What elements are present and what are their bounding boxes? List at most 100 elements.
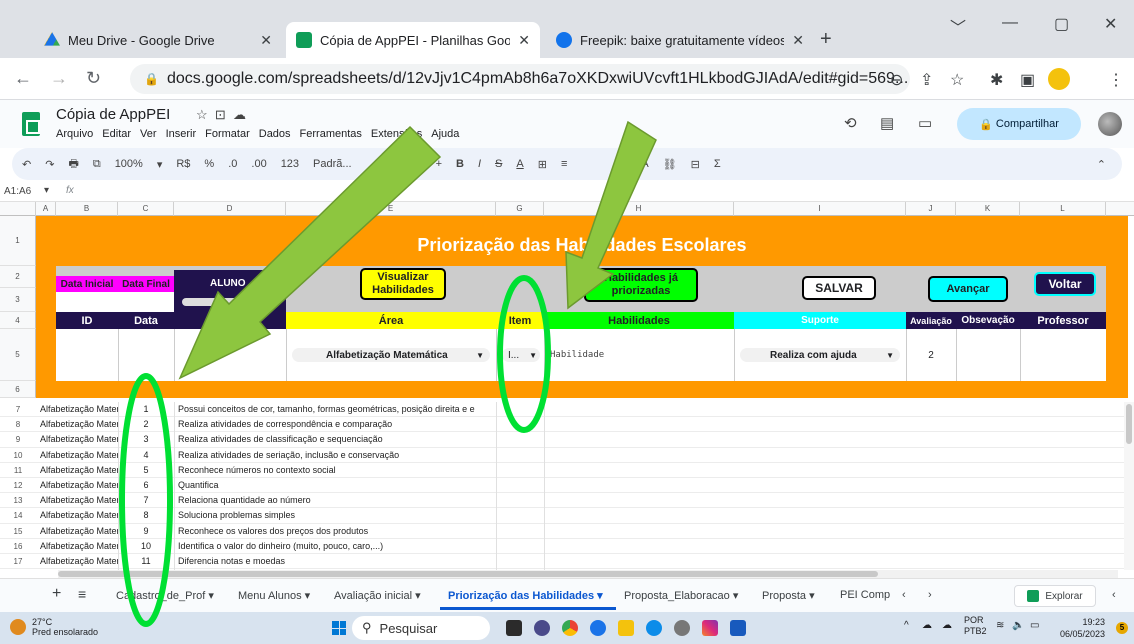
menu-formatar[interactable]: Formatar — [205, 128, 250, 140]
add-sheet-button[interactable]: + — [52, 585, 61, 603]
share-button[interactable]: 🔒 Compartilhar — [957, 108, 1081, 140]
habilidade-cell[interactable]: Habilidade — [550, 348, 730, 362]
new-tab-button[interactable]: + — [820, 28, 832, 51]
scrollbar-thumb[interactable] — [1126, 404, 1132, 444]
scrollbar-thumb[interactable] — [58, 571, 878, 577]
tray-chevron-icon[interactable]: ^ — [904, 620, 909, 631]
row-header[interactable]: 6 — [0, 381, 36, 398]
sheet-tab-pei-comp[interactable]: PEI Comp — [840, 589, 890, 601]
data-inicial-input[interactable] — [56, 292, 118, 312]
row-header[interactable]: 4 — [0, 312, 36, 329]
list-item[interactable]: 13 Alfabetização Matem 7 Relaciona quantida… — [0, 493, 1134, 509]
instagram-icon[interactable] — [702, 620, 718, 636]
menu-ajuda[interactable]: Ajuda — [431, 128, 459, 140]
menu-ver[interactable]: Ver — [140, 128, 157, 140]
all-sheets-menu-icon[interactable]: ≡ — [78, 586, 86, 602]
language-indicator[interactable]: POR PTB2 — [964, 615, 987, 637]
list-item[interactable]: 15 Alfabetização Matem 9 Reconhece os valor… — [0, 524, 1134, 539]
list-item[interactable]: 10 Alfabetização Matem 4 Realiza atividades… — [0, 448, 1134, 463]
profile-avatar[interactable] — [1048, 68, 1070, 90]
menu-dados[interactable]: Dados — [259, 128, 291, 140]
column-header[interactable]: C — [118, 202, 174, 216]
currency-format-button[interactable]: R$ — [174, 158, 192, 170]
sheet-tab-priorizacao[interactable]: Priorização das Habilidades ▾ — [448, 589, 603, 602]
insert-link-button[interactable]: ⛓ — [661, 158, 679, 171]
chrome-icon[interactable] — [562, 620, 578, 636]
column-header[interactable]: J — [906, 202, 956, 216]
word-icon[interactable] — [730, 620, 746, 636]
salvar-button[interactable]: SALVAR — [802, 276, 876, 300]
scroll-tabs-right-icon[interactable]: › — [928, 589, 932, 601]
app-icon[interactable] — [590, 620, 606, 636]
chevron-down-icon[interactable]: ▾ — [155, 158, 165, 171]
close-window-button[interactable]: ✕ — [1104, 14, 1117, 34]
column-header[interactable]: D — [174, 202, 286, 216]
borders-button[interactable]: ⊞ — [536, 158, 549, 171]
scroll-tabs-left-icon[interactable]: ‹ — [902, 589, 906, 601]
vertical-scrollbar[interactable] — [1124, 402, 1134, 570]
close-icon[interactable]: ✕ — [518, 32, 530, 49]
decrease-decimal-button[interactable]: .0 — [226, 158, 239, 170]
taskbar-search[interactable]: ⚲ Pesquisar — [352, 616, 490, 640]
settings-gear-icon[interactable] — [674, 620, 690, 636]
list-item[interactable]: 8 Alfabetização Matem 2 Realiza atividades … — [0, 417, 1134, 433]
aluno-selector[interactable] — [182, 298, 252, 306]
minimize-button[interactable]: — — [1002, 14, 1018, 32]
battery-icon[interactable]: ▭ — [1030, 620, 1039, 631]
row-header[interactable]: 3 — [0, 288, 36, 312]
task-view-icon[interactable] — [506, 620, 522, 636]
column-header[interactable]: K — [956, 202, 1020, 216]
suporte-dropdown[interactable]: Realiza com ajuda ▼ — [740, 348, 900, 362]
weather-widget[interactable]: 27°C Pred ensolarado — [10, 617, 98, 637]
list-item[interactable]: 17 Alfabetização Matem 11 Diferencia notas … — [0, 554, 1134, 570]
volume-icon[interactable]: 🔈 — [1012, 620, 1024, 631]
sheets-logo-icon[interactable] — [22, 112, 40, 136]
list-item[interactable]: 9 Alfabetização Matem 3 Realiza atividades … — [0, 432, 1134, 448]
tab-search-button[interactable]: ﹀ — [950, 14, 966, 38]
avatar[interactable] — [1098, 112, 1122, 136]
wifi-icon[interactable]: ≋ — [996, 620, 1004, 631]
column-header[interactable]: I — [734, 202, 906, 216]
menu-ferramentas[interactable]: Ferramentas — [300, 128, 362, 140]
row-header[interactable]: 5 — [0, 329, 36, 381]
list-item[interactable]: 14 Alfabetização Matem 8 Soluciona problema… — [0, 508, 1134, 524]
comments-icon[interactable]: ▤ — [880, 114, 894, 132]
align-button[interactable]: ≡ — [559, 158, 569, 170]
row-header[interactable]: 2 — [0, 266, 36, 288]
reload-icon[interactable]: ↻ — [86, 68, 101, 89]
edge-icon[interactable] — [646, 620, 662, 636]
sheet-tab-menu-alunos[interactable]: Menu Alunos ▾ — [238, 589, 310, 602]
history-icon[interactable]: ⟲ — [844, 114, 857, 132]
browser-tab-drive[interactable]: Meu Drive - Google Drive ✕ — [34, 22, 282, 58]
meet-icon[interactable]: ▭ — [918, 114, 932, 132]
maximize-button[interactable]: ▢ — [1054, 14, 1069, 34]
cloud-icon[interactable]: ☁ — [942, 620, 952, 631]
explore-button[interactable]: Explorar — [1014, 585, 1096, 607]
avaliacao-value[interactable]: 2 — [906, 348, 956, 362]
column-header[interactable]: A — [36, 202, 56, 216]
select-all-corner[interactable] — [0, 202, 36, 216]
sheet-tab-proposta-elaboracao[interactable]: Proposta_Elaboracao ▾ — [624, 589, 738, 602]
taskbar-clock[interactable]: 19:23 06/05/2023 — [1060, 616, 1105, 640]
font-select[interactable]: Padrã... — [311, 158, 354, 170]
zoom-select[interactable]: 100% — [113, 158, 145, 170]
increase-decimal-button[interactable]: .00 — [249, 158, 268, 170]
horizontal-scrollbar[interactable] — [58, 570, 1118, 578]
extensions-icon[interactable]: ✱ — [990, 70, 1003, 90]
share-page-icon[interactable]: ⇪ — [920, 70, 933, 90]
column-header[interactable]: H — [544, 202, 734, 216]
sheet-tab-proposta[interactable]: Proposta ▾ — [762, 589, 815, 602]
side-panel-toggle-icon[interactable]: ‹ — [1112, 589, 1116, 601]
sheet-tab-cadastro[interactable]: Cadastro_de_Prof ▾ — [116, 589, 214, 602]
bold-button[interactable]: B — [454, 158, 466, 170]
print-icon[interactable]: 🖶 — [66, 155, 80, 174]
menu-inserir[interactable]: Inserir — [166, 128, 197, 140]
url-field[interactable]: 🔒 docs.google.com/spreadsheets/d/12vJjv1… — [130, 64, 910, 94]
browser-tab-sheets[interactable]: Cópia de AppPEI - Planilhas Google ✕ — [286, 22, 540, 58]
bookmark-star-icon[interactable]: ☆ — [950, 70, 964, 90]
list-item[interactable]: 11 Alfabetização Matem 5 Reconhece números … — [0, 463, 1134, 478]
functions-button[interactable]: Σ — [712, 158, 723, 170]
list-item[interactable]: 12 Alfabetização Matem 6 Quantifica — [0, 478, 1134, 494]
name-box[interactable]: A1:A6 — [4, 186, 31, 197]
move-folder-icon[interactable]: ⊡ — [215, 107, 226, 122]
